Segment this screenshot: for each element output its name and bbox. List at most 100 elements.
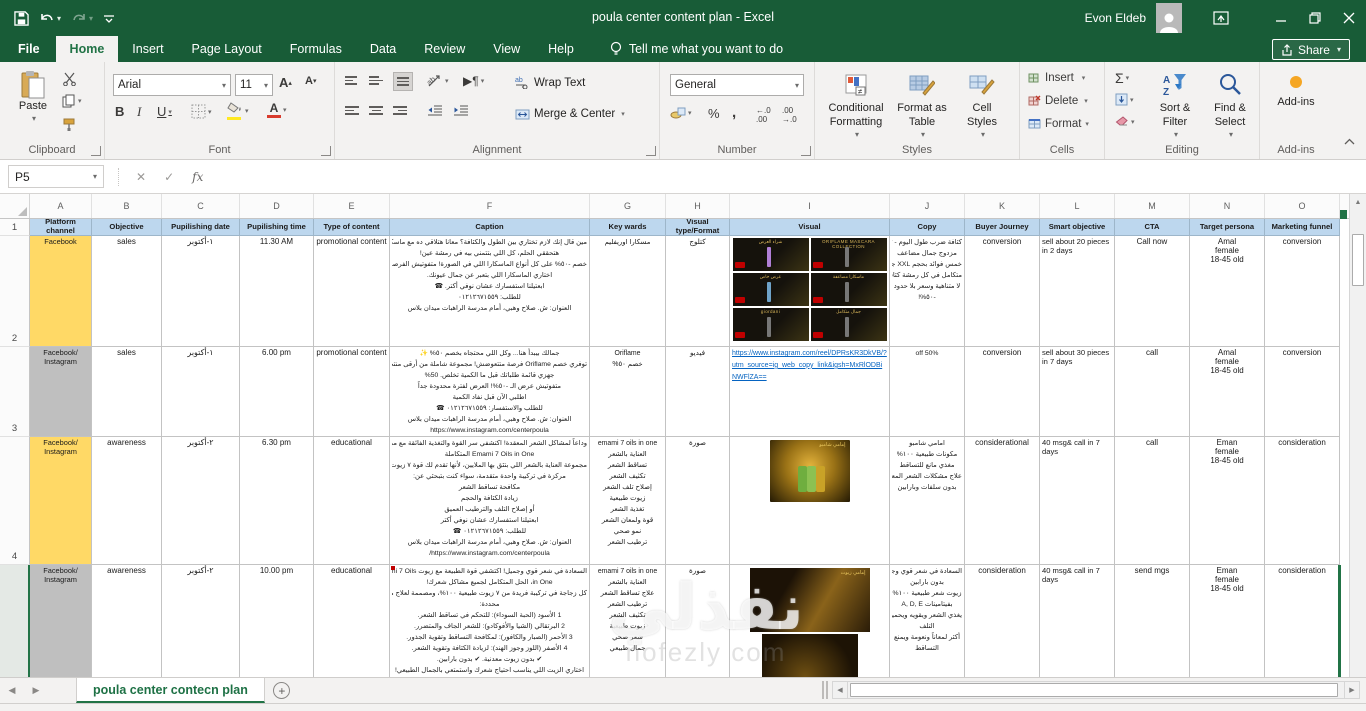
visual-cell-3[interactable]: https://www.instagram.com/reel/DPRsKR3Dk… — [730, 347, 890, 437]
cell-H4[interactable]: صورة — [666, 437, 730, 565]
copy-button[interactable]: ▾ — [62, 94, 82, 108]
user-name[interactable]: Evon Eldeb — [1085, 11, 1146, 25]
row-header-3[interactable]: 3 — [0, 347, 30, 437]
header-cell-L1[interactable]: Smart objective — [1040, 219, 1115, 236]
tab-insert[interactable]: Insert — [118, 36, 177, 62]
cell-J4[interactable]: امامي شامبومكونات طبيعية ١٠٠%مغذي مانع ل… — [890, 437, 965, 565]
cell-E5[interactable]: educational — [314, 565, 390, 677]
sheet-nav-left-icon[interactable]: ◀ — [0, 678, 24, 703]
horizontal-scroll-thumb[interactable] — [850, 683, 1338, 697]
cell-D3[interactable]: 6.00 pm — [240, 347, 314, 437]
cell-F3[interactable]: جمالك بيبدأ هنا... وكل اللي محتجاه بخصم … — [390, 347, 590, 437]
cell-A3[interactable]: Facebook/ Instagram — [30, 347, 92, 437]
cell-F2[interactable]: مين قال إنك لازم تختاري بين الطول والكثا… — [390, 236, 590, 347]
name-box[interactable]: P5▾ — [8, 165, 104, 188]
cell-E2[interactable]: promotional content — [314, 236, 390, 347]
column-header-A[interactable]: A — [30, 194, 92, 218]
cell-K2[interactable]: conversion — [965, 236, 1040, 347]
decrease-font-size-button[interactable]: A▾ — [305, 75, 316, 87]
cell-N4[interactable]: Emanfemale18-45 old — [1190, 437, 1265, 565]
select-all-corner[interactable] — [0, 194, 30, 218]
insert-cells-button[interactable]: Insert▾ — [1028, 72, 1085, 84]
cell-F5[interactable]: السعادة في شعر قوي وجميل! اكتشفي قوة الط… — [390, 565, 590, 677]
percent-style-button[interactable]: % — [708, 106, 720, 121]
cell-H5[interactable]: صورة — [666, 565, 730, 677]
column-header-C[interactable]: C — [162, 194, 240, 218]
cell-J5[interactable]: السعادة في شعر قوي وجميلبدون بارابينزيوت… — [890, 565, 965, 677]
avatar[interactable] — [1156, 3, 1182, 33]
number-dialog-launcher[interactable] — [801, 146, 811, 156]
increase-font-size-button[interactable]: A▴ — [279, 75, 292, 90]
tab-view[interactable]: View — [479, 36, 534, 62]
tab-page-layout[interactable]: Page Layout — [178, 36, 276, 62]
font-dialog-launcher[interactable] — [321, 146, 331, 156]
cell-D5[interactable]: 10.00 pm — [240, 565, 314, 677]
cell-H2[interactable]: كتلوج — [666, 236, 730, 347]
column-header-N[interactable]: N — [1190, 194, 1265, 218]
cell-L4[interactable]: 40 msg& call in 7days — [1040, 437, 1115, 565]
sheet-tab-active[interactable]: poula center contecn plan — [76, 678, 265, 703]
restore-button[interactable] — [1298, 0, 1332, 36]
cell-N2[interactable]: Amalfemale18-45 old — [1190, 236, 1265, 347]
vertical-scroll-thumb[interactable] — [1352, 234, 1364, 286]
conditional-formatting-button[interactable]: ≠ Conditional Formatting▾ — [823, 70, 889, 140]
tell-me-box[interactable]: Tell me what you want to do — [610, 36, 783, 62]
decrease-decimal-button[interactable]: .00→.0 — [782, 106, 797, 124]
tab-formulas[interactable]: Formulas — [276, 36, 356, 62]
cell-E4[interactable]: educational — [314, 437, 390, 565]
italic-button[interactable]: I — [137, 104, 141, 120]
minimize-button[interactable] — [1264, 0, 1298, 36]
format-painter-button[interactable] — [62, 118, 76, 132]
cell-A2[interactable]: Facebook — [30, 236, 92, 347]
cell-J2[interactable]: كثافة ضرب طول اليوم - ثنائيمزدوج جمال مض… — [890, 236, 965, 347]
cell-J3[interactable]: 50% off — [890, 347, 965, 437]
cell-O5[interactable]: consideration — [1265, 565, 1340, 677]
scroll-up-icon[interactable]: ▲ — [1350, 194, 1366, 210]
cell-B2[interactable]: sales — [92, 236, 162, 347]
column-header-H[interactable]: H — [666, 194, 730, 218]
comma-style-button[interactable]: , — [732, 104, 736, 121]
column-header-J[interactable]: J — [890, 194, 965, 218]
find-select-button[interactable]: Find & Select▾ — [1205, 70, 1255, 140]
header-cell-C1[interactable]: Pupilishing date — [162, 219, 240, 236]
cell-B5[interactable]: awareness — [92, 565, 162, 677]
row-header-4[interactable]: 4 — [0, 437, 30, 565]
cell-N5[interactable]: Emanfemale18-45 old — [1190, 565, 1265, 677]
cell-D4[interactable]: 6.30 pm — [240, 437, 314, 565]
row-header-5[interactable]: 5 — [0, 565, 30, 677]
row-header-2[interactable]: 2 — [0, 236, 30, 347]
header-cell-M1[interactable]: CTA — [1115, 219, 1190, 236]
close-button[interactable] — [1332, 0, 1366, 36]
tab-review[interactable]: Review — [410, 36, 479, 62]
column-header-I[interactable]: I — [730, 194, 890, 218]
cell-K3[interactable]: conversion — [965, 347, 1040, 437]
header-cell-O1[interactable]: Marketing funnel — [1265, 219, 1340, 236]
bold-button[interactable]: B — [115, 104, 124, 119]
top-align-button[interactable] — [345, 74, 357, 87]
column-header-M[interactable]: M — [1115, 194, 1190, 218]
cell-C4[interactable]: ٢-أكتوبر — [162, 437, 240, 565]
decrease-indent-button[interactable] — [427, 104, 443, 117]
middle-align-button[interactable] — [369, 74, 383, 87]
sheet-nav-right-icon[interactable]: ▶ — [24, 678, 48, 703]
cell-K4[interactable]: considerational — [965, 437, 1040, 565]
paste-button[interactable]: Paste▾ — [10, 70, 56, 124]
column-header-G[interactable]: G — [590, 194, 666, 218]
cell-B4[interactable]: awareness — [92, 437, 162, 565]
visual-cell-4[interactable]: إمامي شامبو — [730, 437, 890, 565]
wrap-text-button[interactable]: ab Wrap Text — [515, 76, 585, 89]
cell-G2[interactable]: مسكارا اوريفليم — [590, 236, 666, 347]
cell-L3[interactable]: sell about 30 piecesin 7 days — [1040, 347, 1115, 437]
scroll-left-icon[interactable]: ◀ — [832, 681, 848, 699]
align-center-button[interactable] — [369, 104, 383, 117]
column-header-B[interactable]: B — [92, 194, 162, 218]
column-header-F[interactable]: F — [390, 194, 590, 218]
header-cell-I1[interactable]: Visual — [730, 219, 890, 236]
bottom-align-button[interactable] — [393, 72, 413, 91]
cell-G4[interactable]: emami 7 oils in oneالعناية بالشعرتساقط ا… — [590, 437, 666, 565]
accounting-format-button[interactable]: ▾ — [670, 106, 692, 119]
cell-M5[interactable]: send mgs — [1115, 565, 1190, 677]
visual-cell-2[interactable]: شراء العرضORIFLAME MASCARA COLLECTIONعرض… — [730, 236, 890, 347]
merge-center-button[interactable]: Merge & Center▾ — [515, 108, 625, 120]
cell-E3[interactable]: promotional content — [314, 347, 390, 437]
